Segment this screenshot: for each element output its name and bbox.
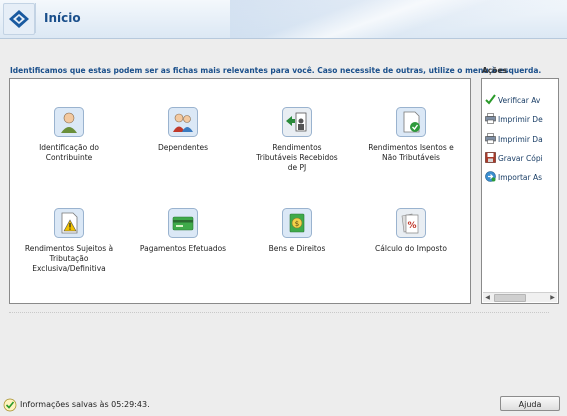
page-title: Início: [44, 11, 81, 25]
status-bar: Informações salvas às 05:29:43. Ajuda: [0, 395, 567, 416]
scroll-right-arrow-icon[interactable]: ▶: [548, 293, 557, 302]
svg-text:%: %: [407, 221, 416, 231]
action-label: Gravar Cópi: [498, 154, 543, 163]
actions-title: Ações: [482, 66, 507, 75]
status-text: Informações salvas às 05:29:43.: [20, 400, 150, 409]
header-separator: [35, 3, 36, 33]
income-pj-icon: [282, 107, 312, 137]
tile-label-line: Não Tributáveis: [382, 153, 440, 162]
tile-label-line: de PJ: [287, 163, 307, 172]
tile-rendimentos-tributacao-exclusiva[interactable]: Rendimentos Sujeitos à Tributação Exclus…: [19, 208, 119, 274]
instruction-text: Identificamos que estas podem ser as fic…: [10, 66, 542, 75]
tile-bens-direitos[interactable]: $ Bens e Direitos: [247, 208, 347, 254]
tile-rendimentos-tributaveis-pj[interactable]: Rendimentos Tributáveis Recebidos de PJ: [247, 107, 347, 173]
help-button[interactable]: Ajuda: [500, 396, 560, 411]
import-icon: [485, 171, 496, 182]
saved-status-icon: [3, 398, 17, 412]
scroll-left-arrow-icon[interactable]: ◀: [483, 293, 492, 302]
dependents-icon: [168, 107, 198, 137]
exclusive-taxation-icon: [54, 208, 84, 238]
action-label: Importar As: [498, 173, 542, 182]
actions-horizontal-scrollbar[interactable]: ◀ ▶: [483, 292, 557, 302]
header-decoration: [230, 0, 567, 38]
tile-label-line: Cálculo do Imposto: [375, 244, 447, 253]
tax-calc-icon: %: [396, 208, 426, 238]
svg-text:$: $: [295, 220, 299, 228]
actions-panel: Verificar Av Imprimir De Imprimir Da Gra…: [481, 78, 559, 304]
save-copy-icon: [485, 152, 496, 163]
exempt-income-icon: [396, 107, 426, 137]
header-bar: Início: [0, 0, 567, 39]
assets-icon: $: [282, 208, 312, 238]
tile-label-line: Tributação: [49, 254, 89, 263]
action-label: Imprimir De: [498, 115, 543, 124]
tile-label-line: Exclusiva/Definitiva: [32, 264, 106, 273]
receita-logo-icon: [9, 10, 29, 28]
tile-rendimentos-isentos[interactable]: Rendimentos Isentos e Não Tributáveis: [361, 107, 461, 163]
tile-calculo-imposto[interactable]: % Cálculo do Imposto: [361, 208, 461, 254]
scroll-thumb[interactable]: [494, 294, 526, 302]
checkmark-icon: [485, 94, 496, 105]
tile-label-line: Identificação do: [39, 143, 99, 152]
printer-icon: [485, 113, 496, 124]
tile-label-line: Pagamentos Efetuados: [139, 244, 227, 253]
person-icon: [54, 107, 84, 137]
tile-label-line: Rendimentos Sujeitos à: [24, 244, 114, 253]
action-label: Verificar Av: [498, 96, 541, 105]
payments-icon: [168, 208, 198, 238]
relevant-forms-panel: Identificação do Contribuinte Dependente…: [9, 78, 471, 304]
tile-label-line: Rendimentos: [272, 143, 322, 152]
tile-label-line: Tributáveis Recebidos: [256, 153, 338, 162]
tile-label-line: Dependentes: [157, 143, 209, 152]
action-label: Imprimir Da: [498, 135, 543, 144]
tile-pagamentos-efetuados[interactable]: Pagamentos Efetuados: [133, 208, 233, 254]
tile-label-line: Rendimentos Isentos e: [368, 143, 454, 152]
tile-dependentes[interactable]: Dependentes: [133, 107, 233, 153]
tile-label-line: Bens e Direitos: [268, 244, 326, 253]
divider: [9, 312, 549, 314]
tile-identificacao-contribuinte[interactable]: Identificação do Contribuinte: [19, 107, 119, 163]
tile-label-line: Contribuinte: [45, 153, 93, 162]
printer-icon: [485, 133, 496, 144]
receita-logo: [3, 3, 35, 35]
